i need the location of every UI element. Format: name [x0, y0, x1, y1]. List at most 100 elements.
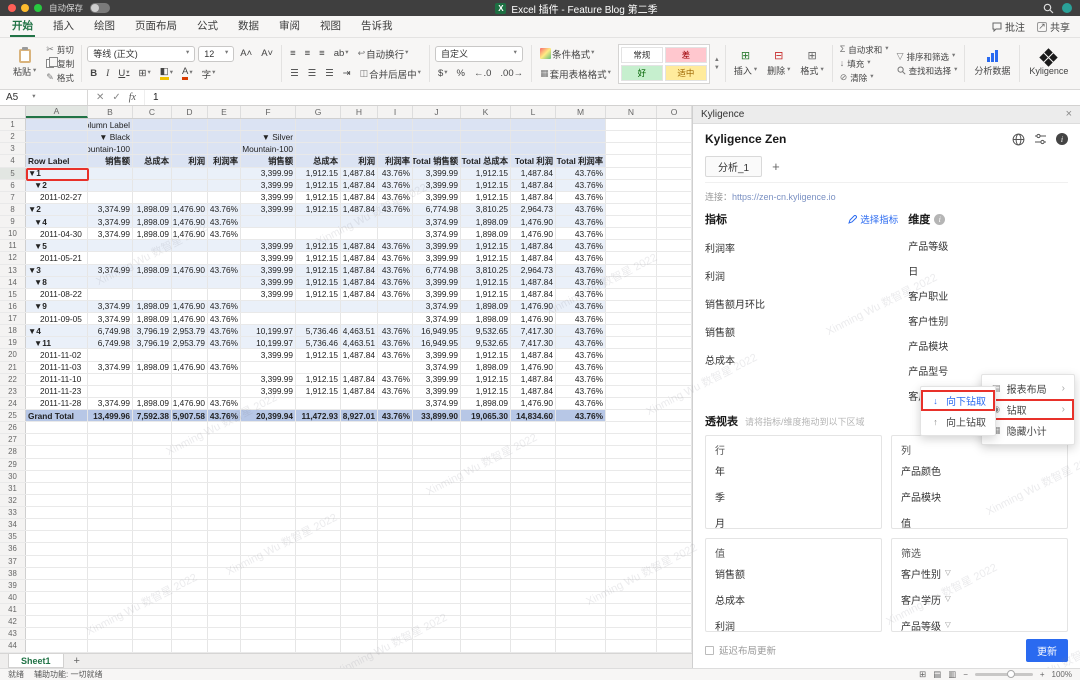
- cell-C11[interactable]: [133, 240, 172, 252]
- cell-B36[interactable]: [88, 543, 133, 555]
- cell-J28[interactable]: [413, 446, 461, 458]
- tab-视图[interactable]: 视图: [318, 15, 343, 37]
- decrease-decimal-button[interactable]: ←.0: [471, 66, 494, 82]
- row-header-16[interactable]: 16: [0, 300, 26, 312]
- cell-F11[interactable]: 3,399.99: [241, 240, 296, 252]
- cell-G40[interactable]: [296, 591, 341, 603]
- cell-H17[interactable]: [341, 313, 378, 325]
- number-format-select[interactable]: 自定义 ▾: [434, 45, 523, 62]
- cell-H40[interactable]: [341, 591, 378, 603]
- cell-A31[interactable]: [26, 482, 88, 494]
- cell-C5[interactable]: [133, 167, 172, 179]
- cell-E22[interactable]: [208, 373, 241, 385]
- cell-C13[interactable]: 1,898.09: [133, 264, 172, 276]
- merge-center-button[interactable]: ◫ 合并后居中 ▾: [357, 66, 424, 82]
- cell-A33[interactable]: [26, 507, 88, 519]
- cell-M36[interactable]: [556, 543, 606, 555]
- cell-B6[interactable]: [88, 179, 133, 191]
- cell-I40[interactable]: [378, 591, 413, 603]
- cell-L25[interactable]: 14,834.60: [511, 410, 556, 422]
- cell-C41[interactable]: [133, 604, 172, 616]
- cell-B24[interactable]: 3,374.99: [88, 397, 133, 409]
- cell-H41[interactable]: [341, 604, 378, 616]
- filter-funnel-icon[interactable]: ▽: [945, 569, 951, 577]
- cell-J23[interactable]: 3,399.99: [413, 385, 461, 397]
- cell-M23[interactable]: 43.76%: [556, 385, 606, 397]
- cell-M19[interactable]: 43.76%: [556, 337, 606, 349]
- cell-E18[interactable]: 43.76%: [208, 325, 241, 337]
- field-item-销售额[interactable]: 销售额: [705, 317, 898, 345]
- pivot-field-总成本[interactable]: 总成本: [715, 586, 872, 612]
- pivot-field-利润[interactable]: 利润: [715, 612, 872, 632]
- cell-I43[interactable]: [378, 628, 413, 640]
- cell-L34[interactable]: [511, 519, 556, 531]
- cell-K18[interactable]: 9,532.65: [461, 325, 511, 337]
- column-header-B[interactable]: B: [88, 106, 133, 118]
- cell-C9[interactable]: 1,898.09: [133, 216, 172, 228]
- cell-A29[interactable]: [26, 458, 88, 470]
- fullscreen-window-button[interactable]: [34, 4, 42, 12]
- cell-L14[interactable]: 1,487.84: [511, 276, 556, 288]
- cell-O14[interactable]: [657, 276, 692, 288]
- cell-H28[interactable]: [341, 446, 378, 458]
- cell-F42[interactable]: [241, 616, 296, 628]
- cell-K29[interactable]: [461, 458, 511, 470]
- cell-G35[interactable]: [296, 531, 341, 543]
- cell-H36[interactable]: [341, 543, 378, 555]
- cell-A7[interactable]: 2011-02-27: [26, 191, 88, 203]
- cell-B3[interactable]: Mountain-100: [88, 143, 133, 155]
- cell-L19[interactable]: 7,417.30: [511, 337, 556, 349]
- cell-L17[interactable]: 1,476.90: [511, 313, 556, 325]
- cell-M37[interactable]: [556, 555, 606, 567]
- cell-D4[interactable]: 利润: [172, 155, 208, 167]
- column-header-O[interactable]: O: [657, 106, 692, 118]
- cell-K17[interactable]: 1,898.09: [461, 313, 511, 325]
- row-header-31[interactable]: 31: [0, 482, 26, 494]
- cell-J26[interactable]: [413, 422, 461, 434]
- cell-E34[interactable]: [208, 519, 241, 531]
- cell-H21[interactable]: [341, 361, 378, 373]
- cell-O13[interactable]: [657, 264, 692, 276]
- cell-J37[interactable]: [413, 555, 461, 567]
- cell-H32[interactable]: [341, 494, 378, 506]
- cell-C29[interactable]: [133, 458, 172, 470]
- cell-K44[interactable]: [461, 640, 511, 652]
- cell-B29[interactable]: [88, 458, 133, 470]
- cell-F35[interactable]: [241, 531, 296, 543]
- cell-G18[interactable]: 5,736.46: [296, 325, 341, 337]
- cell-D43[interactable]: [172, 628, 208, 640]
- cell-L21[interactable]: 1,476.90: [511, 361, 556, 373]
- cell-L38[interactable]: [511, 567, 556, 579]
- row-header-14[interactable]: 14: [0, 276, 26, 288]
- cell-G16[interactable]: [296, 300, 341, 312]
- field-item-利润[interactable]: 利润: [705, 261, 898, 289]
- cell-F40[interactable]: [241, 591, 296, 603]
- cell-C6[interactable]: [133, 179, 172, 191]
- align-center-button[interactable]: ≡: [302, 46, 314, 62]
- cell-I2[interactable]: [378, 131, 413, 143]
- cell-H10[interactable]: [341, 228, 378, 240]
- cell-L12[interactable]: 1,487.84: [511, 252, 556, 264]
- cell-C28[interactable]: [133, 446, 172, 458]
- cell-O7[interactable]: [657, 191, 692, 203]
- cell-O25[interactable]: [657, 410, 692, 422]
- tab-插入[interactable]: 插入: [51, 15, 76, 37]
- cell-O1[interactable]: [657, 119, 692, 131]
- row-header-18[interactable]: 18: [0, 325, 26, 337]
- cell-B7[interactable]: [88, 191, 133, 203]
- cell-K36[interactable]: [461, 543, 511, 555]
- cell-L2[interactable]: [511, 131, 556, 143]
- cell-K23[interactable]: 1,912.15: [461, 385, 511, 397]
- cell-O9[interactable]: [657, 216, 692, 228]
- cell-H16[interactable]: [341, 300, 378, 312]
- cell-I8[interactable]: 43.76%: [378, 203, 413, 215]
- cell-N13[interactable]: [606, 264, 657, 276]
- align-bottom-button[interactable]: ☰: [322, 66, 337, 82]
- cell-K4[interactable]: Total 总成本: [461, 155, 511, 167]
- cell-K5[interactable]: 1,912.15: [461, 167, 511, 179]
- cell-C33[interactable]: [133, 507, 172, 519]
- autosum-button[interactable]: Σ 自动求和 ▾: [838, 44, 891, 56]
- cell-K22[interactable]: 1,912.15: [461, 373, 511, 385]
- cell-B34[interactable]: [88, 519, 133, 531]
- cell-A20[interactable]: 2011-11-02: [26, 349, 88, 361]
